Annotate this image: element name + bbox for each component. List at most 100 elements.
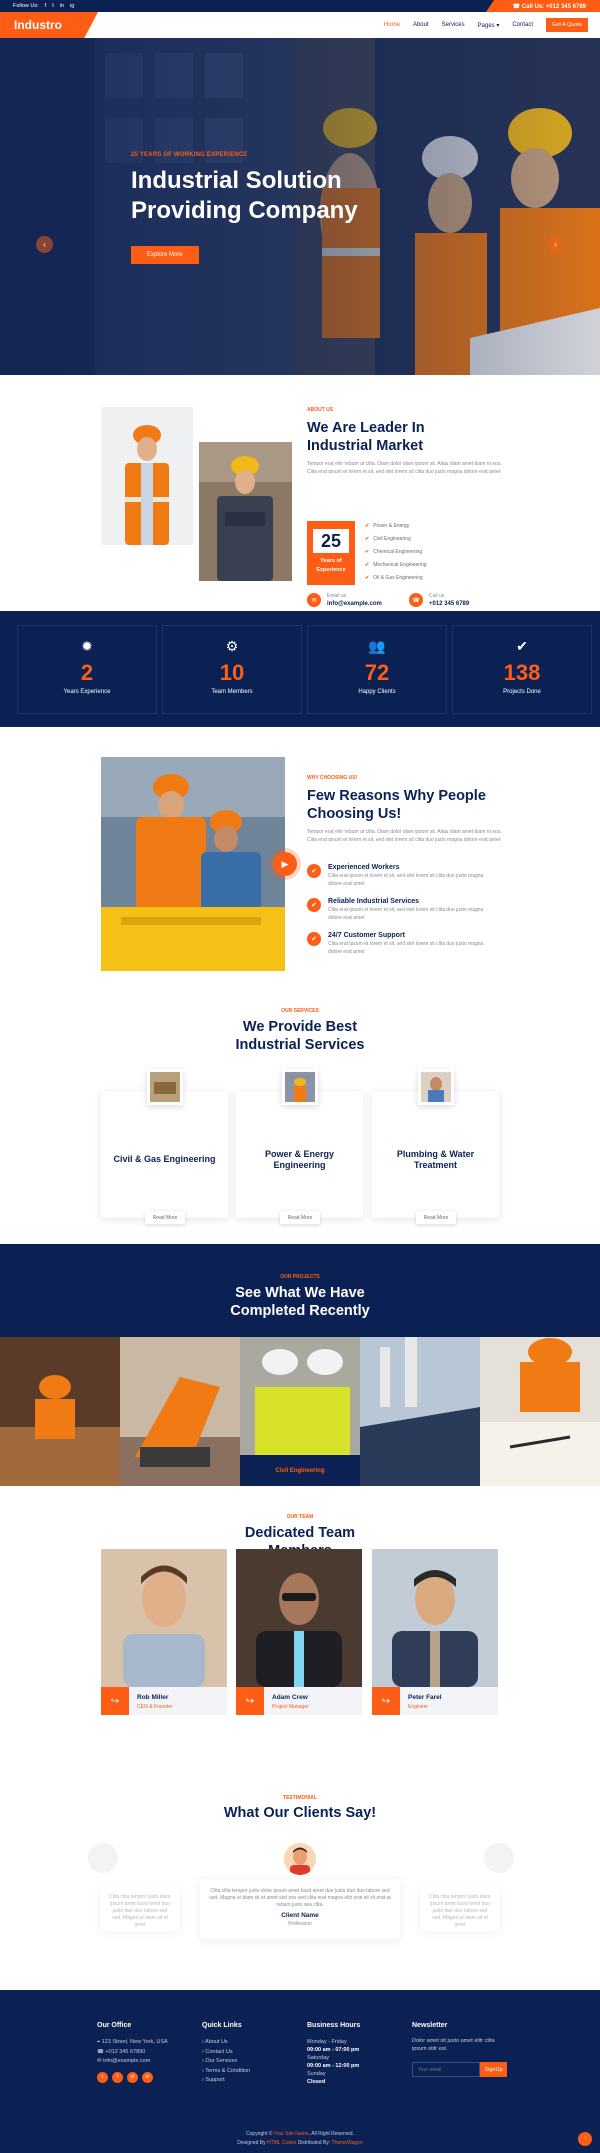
check-icon: ✔ — [365, 549, 370, 555]
facebook-icon[interactable]: f — [112, 2071, 123, 2083]
footer-office: Our Office ⌖ 123 Street, New York, USA ☎… — [97, 2022, 168, 2083]
member-role: CEO & Founder — [137, 1704, 173, 1710]
project-image[interactable] — [480, 1337, 600, 1486]
projects-title: See What We Have Completed Recently — [230, 1285, 370, 1319]
twitter-icon[interactable]: t — [52, 3, 54, 9]
logo[interactable]: Industro — [0, 12, 98, 38]
share-icon[interactable]: ↪ — [372, 1687, 400, 1715]
testimonial-card-side: Clita clita tempor justo dolor ipsum ame… — [100, 1885, 180, 1931]
project-caption[interactable]: Civil Engineering — [240, 1455, 360, 1486]
back-to-top-icon[interactable]: ↑ — [578, 2132, 592, 2146]
carousel-prev-icon[interactable]: ‹ — [36, 236, 53, 253]
call-us[interactable]: ☎ Call Us: +012 345 6789 — [486, 0, 600, 12]
explore-more-button[interactable]: Explore More — [131, 246, 199, 264]
stat-card: ✹ 2 Years Experience — [17, 625, 157, 714]
themewagon-link[interactable]: ThemeWagon — [332, 2140, 363, 2146]
service-card[interactable]: Power & Energy Engineering Read More — [236, 1069, 363, 1224]
footer: Our Office ⌖ 123 Street, New York, USA ☎… — [0, 1990, 600, 2153]
carousel-next-icon[interactable]: › — [547, 236, 564, 253]
stat-card: 👥 72 Happy Clients — [307, 625, 447, 714]
youtube-icon[interactable]: yt — [127, 2071, 138, 2083]
linkedin-icon[interactable]: in — [142, 2071, 153, 2083]
signup-button[interactable]: SignUp — [480, 2062, 507, 2077]
twitter-icon[interactable]: t — [97, 2071, 108, 2083]
team-member-photo — [101, 1549, 227, 1687]
get-quote-button[interactable]: Get A Quote — [546, 18, 588, 32]
why-eyebrow: WHY CHOOSING US! — [307, 775, 358, 781]
check-icon: ✔ — [365, 523, 370, 529]
share-icon[interactable]: ↪ — [236, 1687, 264, 1715]
service-title: Power & Energy Engineering — [264, 1149, 335, 1170]
stats-section: ✹ 2 Years Experience ⚙ 10 Team Members 👥… — [0, 611, 600, 727]
stat-card: ✔ 138 Projects Done — [452, 625, 592, 714]
about-image-engineer — [101, 407, 193, 545]
check-double-icon: ✔ — [516, 638, 528, 654]
footer-hours: Business Hours Monday - Friday 09:00 am … — [307, 2022, 361, 2085]
instagram-icon[interactable]: ig — [70, 3, 74, 9]
phone-icon: ☎ — [409, 593, 423, 607]
nav-home[interactable]: Home — [384, 22, 400, 28]
hero-text: 25 YEARS OF WORKING EXPERIENCE Industria… — [131, 152, 358, 264]
testimonial-eyebrow: TESTIMONIAL — [283, 1795, 317, 1801]
nav-contact[interactable]: Contact — [512, 22, 533, 28]
check-item: ✔ Power & Energy — [365, 523, 410, 529]
read-more-button[interactable]: Read More — [416, 1211, 456, 1224]
nav-pages[interactable]: Pages ▾ — [478, 22, 500, 29]
newsletter-text: Dolor amet sit justo amet elitr clita ip… — [412, 2038, 495, 2052]
project-image[interactable] — [0, 1337, 120, 1486]
footer-link[interactable]: › Support — [202, 2076, 250, 2086]
team-section: OUR TEAM Dedicated TeamMembers ↪Rob Mill… — [0, 1486, 600, 1783]
facebook-icon[interactable]: f — [45, 3, 47, 9]
service-thumbnail — [418, 1069, 454, 1105]
email-value: info@example.com — [327, 601, 382, 607]
member-name: Peter Farel — [408, 1694, 442, 1701]
project-image[interactable] — [360, 1337, 480, 1486]
footer-link[interactable]: › Terms & Condition — [202, 2067, 250, 2077]
linkedin-icon[interactable]: in — [60, 3, 64, 9]
site-name-link[interactable]: Your Site Name — [274, 2131, 309, 2137]
hero-eyebrow: 25 YEARS OF WORKING EXPERIENCE — [131, 152, 248, 158]
check-item: ✔ Oil & Gas Engineering — [365, 575, 423, 581]
service-card[interactable]: Civil & Gas Engineering Read More — [101, 1069, 228, 1224]
client-avatar — [284, 1843, 316, 1875]
users-icon: 👥 — [368, 638, 386, 654]
service-thumbnail — [282, 1069, 318, 1105]
nav-services[interactable]: Services — [442, 22, 465, 28]
footer-link[interactable]: › Contact Us — [202, 2048, 250, 2058]
follow-label: Follow Us: — [13, 3, 39, 9]
member-name: Adam Crew — [272, 1694, 308, 1701]
read-more-button[interactable]: Read More — [145, 1211, 185, 1224]
why-text: Tempor erat elitr rebum at clita. Diam d… — [307, 829, 502, 843]
check-item: ✔ Chemical Engineering — [365, 549, 423, 555]
html-codex-link[interactable]: HTML Codex — [267, 2140, 296, 2146]
play-video-icon[interactable]: ▶ — [273, 852, 297, 876]
team-member-photo — [372, 1549, 498, 1687]
team-member-card: ↪ Adam Crew Project Manager — [236, 1549, 362, 1715]
share-icon[interactable]: ↪ — [101, 1687, 129, 1715]
footer-link[interactable]: › About Us — [202, 2038, 250, 2048]
about-content: ABOUT US We Are Leader In Industrial Mark… — [307, 407, 502, 607]
project-image[interactable] — [120, 1337, 240, 1486]
email-text: ✉ info@example.com — [97, 2058, 151, 2064]
feature-item: ✔ 24/7 Customer Support Clita erat ipsum … — [307, 932, 498, 956]
nav-about[interactable]: About — [413, 22, 429, 28]
services-eyebrow: OUR SERVICES — [281, 1008, 319, 1014]
stat-label: Team Members — [211, 689, 253, 695]
email-contact[interactable]: ✉ Email us info@example.com — [307, 593, 382, 607]
team-member-card: ↪ Rob Miller CEO & Founder — [101, 1549, 227, 1715]
check-circle-icon: ✔ — [307, 932, 321, 946]
testimonial-quote: Clita clita tempor justo dolor ipsum ame… — [209, 1888, 391, 1908]
experience-badge: 25 Years of Experience — [307, 521, 355, 585]
phone-contact[interactable]: ☎ Call us +012 345 6789 — [409, 593, 469, 607]
testimonial-card-side: Clita clita tempor justo dolor ipsum ame… — [420, 1885, 500, 1931]
footer-link[interactable]: › Our Services — [202, 2057, 250, 2067]
check-icon: ✔ — [365, 575, 370, 581]
newsletter-email-input[interactable] — [412, 2062, 480, 2077]
check-icon: ✔ — [365, 562, 370, 568]
experience-years: 25 — [313, 529, 349, 553]
testimonial-section: TESTIMONIAL What Our Clients Say! Clita … — [0, 1783, 600, 1990]
read-more-button[interactable]: Read More — [280, 1211, 320, 1224]
member-role: Engineer — [408, 1704, 429, 1710]
service-title: Civil & Gas Engineering — [113, 1154, 216, 1164]
service-card[interactable]: Plumbing & Water Treatment Read More — [372, 1069, 499, 1224]
